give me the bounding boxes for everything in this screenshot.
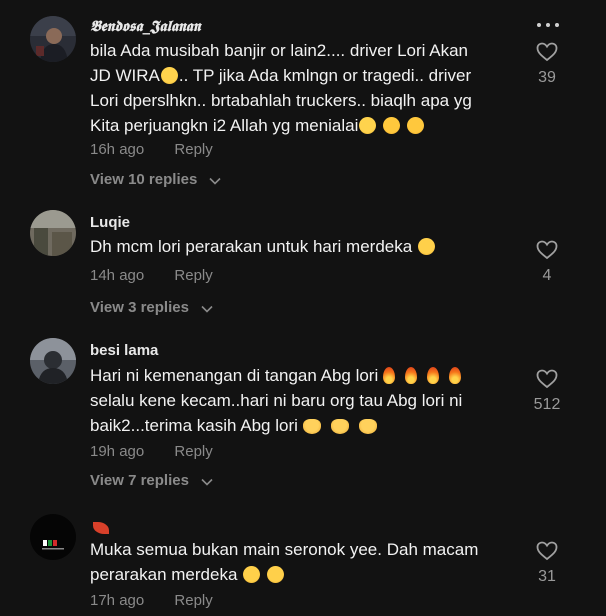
comment-meta: 16h ago Reply [90,141,213,158]
comment-meta: 17h ago Reply [90,592,213,609]
like-button[interactable]: 4 [527,240,567,285]
heart-outline-icon [536,369,558,393]
laughing-face-icon [417,238,435,255]
reply-button[interactable]: Reply [174,141,212,158]
handshake-icon [358,419,377,434]
comment-line: Dh mcm lori perarakan untuk hari merdeka [90,237,413,256]
comment-text: bila Ada musibah banjir or lain2.... dri… [90,38,518,138]
view-replies-label: View 7 replies [90,472,189,489]
view-replies-button[interactable]: View 3 replies [90,299,213,317]
comment-line-group: baik2...terima kasih Abg lori [90,413,518,438]
comment-time: 14h ago [90,267,145,284]
like-count: 4 [542,267,552,284]
fire-icon [383,367,396,384]
chevron-down-icon [201,473,213,490]
avatar[interactable] [30,514,76,560]
comment-line-group: Kita perjuangkn i2 Allah yg menialai [90,113,518,138]
comment-line: Lori dperslhkn.. brtabahlah truckers.. b… [90,91,472,110]
chevron-down-icon [201,300,213,317]
comment-meta: 14h ago Reply [90,267,213,284]
like-button[interactable]: 512 [527,369,567,414]
comment-line-group: JD WIRA .. TP jika Ada kmlngn or tragedi.… [90,63,518,88]
comment-line-group: perarakan merdeka [90,562,518,587]
comment-line: .. TP jika Ada kmlngn or tragedi.. drive… [178,66,472,85]
laughing-face-icon [266,566,284,583]
comment-meta: 19h ago Reply [90,443,213,460]
username-leaf-icon[interactable] [92,518,110,536]
like-count: 512 [533,396,561,413]
comment-line: Muka semua bukan main seronok yee. Dah m… [90,540,479,559]
avatar[interactable] [30,16,76,62]
comment-text: Hari ni kemenangan di tangan Abg lori se… [90,363,518,438]
reply-button[interactable]: Reply [174,267,212,284]
comment-line: Hari ni kemenangan di tangan Abg lori [90,366,379,385]
comment-username[interactable]: Luqie [90,214,130,231]
avatar[interactable] [30,338,76,384]
smiling-face-icon [359,117,377,134]
comment-time: 17h ago [90,592,145,609]
view-replies-button[interactable]: View 7 replies [90,472,213,490]
fire-icon [427,367,440,384]
comment-text: Muka semua bukan main seronok yee. Dah m… [90,537,518,587]
view-replies-label: View 3 replies [90,299,189,316]
smiling-face-icon [160,67,178,84]
comment-username[interactable]: besi lama [90,342,158,359]
comment-username[interactable]: 𝕭𝖊𝖓𝖉𝖔𝖘𝖆_𝕵𝖆𝖑𝖆𝖓𝖆𝖓 [90,17,201,35]
handshake-icon [302,419,321,434]
comment-line: JD WIRA [90,66,160,85]
comment-line-group: Hari ni kemenangan di tangan Abg lori [90,363,518,388]
comment-time: 19h ago [90,443,145,460]
like-count: 31 [538,568,556,585]
heart-outline-icon [536,541,558,565]
heart-outline-icon [536,240,558,264]
comment-time: 16h ago [90,141,145,158]
hugging-face-icon [383,117,401,134]
comment-line: perarakan merdeka [90,565,238,584]
comment-line: Kita perjuangkn i2 Allah yg menialai [90,116,359,135]
reply-button[interactable]: Reply [174,592,212,609]
like-button[interactable]: 31 [527,541,567,586]
like-count: 39 [538,69,556,86]
view-replies-label: View 10 replies [90,171,198,188]
handshake-icon [330,419,349,434]
laughing-face-icon [243,566,261,583]
view-replies-button[interactable]: View 10 replies [90,171,222,189]
chevron-down-icon [209,172,222,189]
reply-button[interactable]: Reply [174,443,212,460]
heart-outline-icon [536,42,558,66]
more-dots-icon[interactable] [535,20,561,30]
comment-line: baik2...terima kasih Abg lori [90,416,298,435]
like-button[interactable]: 39 [527,42,567,87]
comment-line: selalu kene kecam..hari ni baru org tau … [90,391,463,410]
avatar[interactable] [30,210,76,256]
comment-line: bila Ada musibah banjir or lain2.... dri… [90,41,468,60]
hugging-face-icon [406,117,424,134]
comment-text: Dh mcm lori perarakan untuk hari merdeka [90,234,518,259]
fire-icon [405,367,418,384]
fire-icon [449,367,462,384]
